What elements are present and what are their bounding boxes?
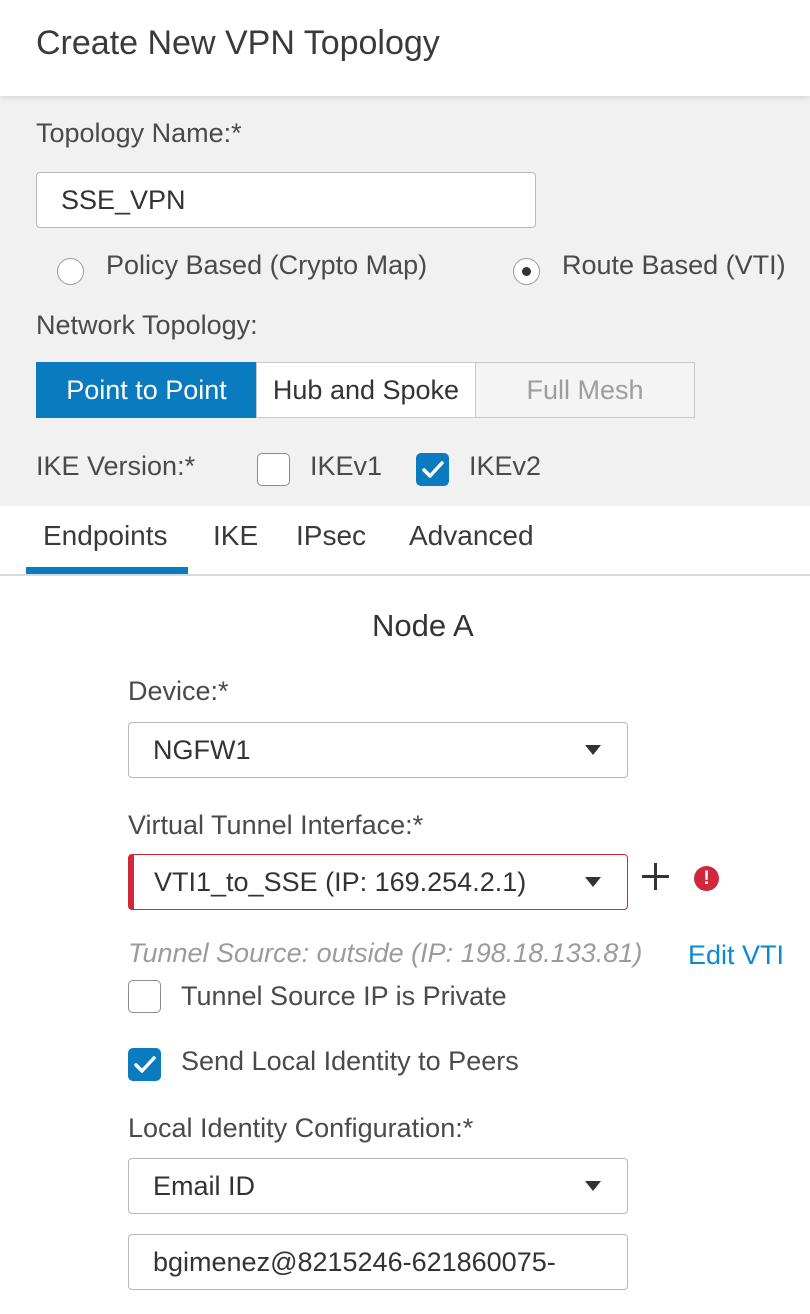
tab-ipsec[interactable]: IPsec: [296, 520, 366, 552]
local-identity-value: Email ID: [153, 1170, 256, 1201]
segment-full-mesh[interactable]: Full Mesh: [475, 362, 695, 418]
checkmark-icon: [134, 1056, 156, 1073]
node-title: Node A: [372, 608, 474, 643]
send-local-identity-checkbox[interactable]: [128, 1048, 161, 1081]
chevron-down-icon: [585, 1181, 601, 1191]
topology-name-label: Topology Name:*: [36, 118, 242, 148]
dialog-header: Create New VPN Topology: [0, 0, 810, 96]
tunnel-source-hint: Tunnel Source: outside (IP: 198.18.133.8…: [128, 938, 643, 968]
send-local-identity-label: Send Local Identity to Peers: [181, 1046, 519, 1076]
policy-based-label: Policy Based (Crypto Map): [106, 250, 428, 280]
ike-version-label: IKE Version:*: [36, 451, 196, 481]
chevron-down-icon: [585, 877, 601, 887]
radio-selected-dot: [522, 267, 531, 276]
segment-point-to-point[interactable]: Point to Point: [36, 362, 257, 418]
segment-full-mesh-label: Full Mesh: [526, 374, 644, 405]
network-topology-label: Network Topology:: [36, 310, 258, 340]
email-id-value: bgimenez@8215246-621860075-: [153, 1246, 556, 1277]
tabs-divider: [0, 574, 810, 576]
ikev2-checkbox[interactable]: [416, 453, 449, 486]
tunnel-source-private-checkbox[interactable]: [128, 980, 161, 1013]
dialog-title: Create New VPN Topology: [36, 24, 440, 62]
topology-settings-panel: [0, 96, 810, 506]
route-based-radio[interactable]: [513, 258, 540, 285]
plus-icon[interactable]: [640, 861, 670, 891]
tab-ike[interactable]: IKE: [213, 520, 258, 552]
tab-endpoints[interactable]: Endpoints: [43, 520, 168, 552]
email-id-input[interactable]: bgimenez@8215246-621860075-: [128, 1234, 628, 1290]
vti-label: Virtual Tunnel Interface:*: [128, 810, 424, 840]
ikev1-checkbox[interactable]: [257, 453, 290, 486]
topology-name-input[interactable]: SSE_VPN: [36, 172, 536, 228]
local-identity-label: Local Identity Configuration:*: [128, 1113, 474, 1143]
checkmark-icon: [422, 461, 444, 478]
vti-value: VTI1_to_SSE (IP: 169.254.2.1): [154, 866, 527, 897]
device-label: Device:*: [128, 676, 229, 706]
tunnel-source-private-label: Tunnel Source IP is Private: [181, 981, 507, 1011]
active-tab-indicator: [26, 567, 188, 574]
segment-hub-and-spoke[interactable]: Hub and Spoke: [256, 362, 476, 418]
topology-name-value: SSE_VPN: [61, 184, 186, 215]
ikev1-label: IKEv1: [310, 451, 383, 481]
device-select[interactable]: NGFW1: [128, 722, 628, 778]
edit-vti-link[interactable]: Edit VTI: [688, 940, 784, 971]
policy-based-radio[interactable]: [57, 258, 84, 285]
segment-point-to-point-label: Point to Point: [66, 374, 227, 405]
error-icon: !: [694, 866, 719, 891]
vti-select[interactable]: VTI1_to_SSE (IP: 169.254.2.1): [128, 854, 628, 910]
tab-advanced[interactable]: Advanced: [409, 520, 534, 552]
chevron-down-icon: [585, 745, 601, 755]
ikev2-label: IKEv2: [469, 451, 542, 481]
device-value: NGFW1: [153, 734, 251, 765]
segment-hub-and-spoke-label: Hub and Spoke: [272, 374, 460, 405]
local-identity-select[interactable]: Email ID: [128, 1158, 628, 1214]
route-based-label: Route Based (VTI): [562, 250, 786, 280]
